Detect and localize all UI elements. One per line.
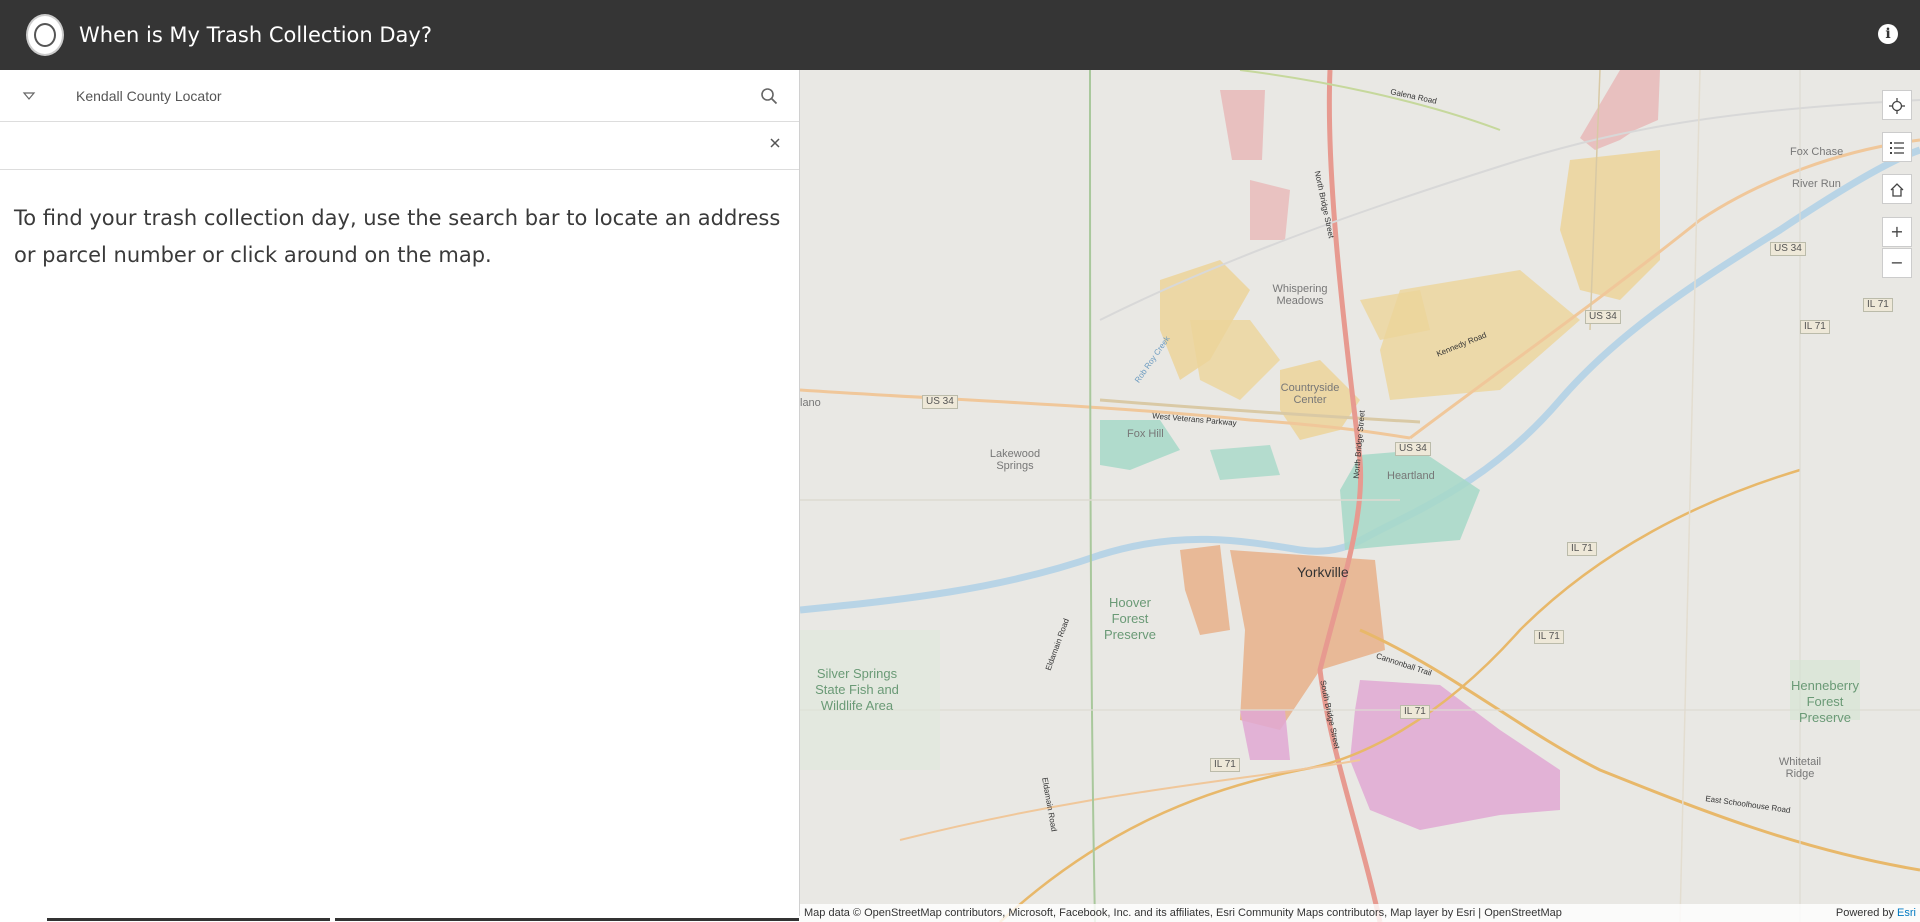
attribution-text: Map data © OpenStreetMap contributors, M… [804,907,1562,919]
home-icon [1890,182,1904,197]
map-label-silver-springs: Silver Springs State Fish and Wildlife A… [815,666,899,713]
shield-us34: US 34 [1770,242,1806,256]
esri-link[interactable]: Esri [1897,907,1916,919]
zone-tuesday-center [1190,320,1280,400]
locate-icon [1889,97,1905,114]
side-panel: Kendall County Locator To find your tras… [0,70,800,922]
basemap[interactable] [800,70,1920,922]
zone-friday-sw [1240,710,1290,760]
map-label-lakewood-springs: Lakewood Springs [989,448,1041,472]
info-icon[interactable]: i [1878,24,1898,44]
shield-il71: IL 71 [1863,298,1893,312]
legend-list-icon [1890,141,1904,154]
shield-us34: US 34 [1585,310,1621,324]
bottom-bar-segment [47,918,330,921]
shield-il71: IL 71 [1210,758,1240,772]
search-input-row [0,122,799,170]
map-label-fox-hill: Fox Hill [1127,428,1164,440]
search-input[interactable] [10,130,754,162]
map-label-whispering-meadows: Whispering Meadows [1272,283,1328,307]
shield-il71: IL 71 [1567,542,1597,556]
chevron-down-icon[interactable] [22,88,36,102]
map-label-fox-chase: Fox Chase [1790,146,1844,158]
powered-by-prefix: Powered by [1835,907,1898,919]
powered-by: Powered by Esri [1836,904,1916,922]
map-label-whitetail-ridge: Whitetail Ridge [1778,756,1822,780]
home-button[interactable] [1882,174,1912,204]
county-seal-logo [26,14,64,56]
shield-us34: US 34 [1395,442,1431,456]
search-source-label[interactable]: Kendall County Locator [76,88,222,104]
page-title: When is My Trash Collection Day? [79,23,432,47]
map-label-river-run: River Run [1792,178,1841,190]
map-label-heartland: Heartland [1387,470,1435,482]
search-icon[interactable] [760,87,778,105]
instructions-text: To find your trash collection day, use t… [14,206,781,267]
bottom-bar-segment [335,918,799,921]
map-label-countryside-center: Countryside Center [1280,382,1340,406]
zone-friday-se [1350,680,1560,830]
map-label-plano: lano [800,397,821,409]
app-header: When is My Trash Collection Day? i [0,0,1920,70]
shield-il71: IL 71 [1400,705,1430,719]
legend-button[interactable] [1882,132,1912,162]
shield-il71: IL 71 [1534,630,1564,644]
locate-button[interactable] [1882,90,1912,120]
zone-wednesday-central [1210,445,1280,480]
map-label-yorkville: Yorkville [1297,564,1349,580]
panel-bottom-bar [0,916,800,922]
close-icon[interactable] [768,136,782,150]
zone-tuesday-ne [1560,150,1660,300]
shield-il71: IL 71 [1800,320,1830,334]
map-label-hoover-forest: Hoover Forest Preserve [1103,595,1157,642]
search-source-row: Kendall County Locator [0,70,799,122]
zoom-out-button[interactable]: − [1882,248,1912,278]
seal-emblem [34,23,56,47]
zone-thursday-west [1180,545,1230,635]
map-view[interactable]: Yorkville Whispering Meadows Countryside… [800,70,1920,922]
shield-us34: US 34 [922,395,958,409]
zoom-in-button[interactable]: + [1882,217,1912,247]
map-attribution: Map data © OpenStreetMap contributors, M… [800,904,1920,922]
zone-monday-small [1250,180,1290,240]
zone-monday-ne [1580,70,1660,150]
zone-monday-north [1220,90,1265,160]
map-label-henneberry: Henneberry Forest Preserve [1791,678,1859,725]
